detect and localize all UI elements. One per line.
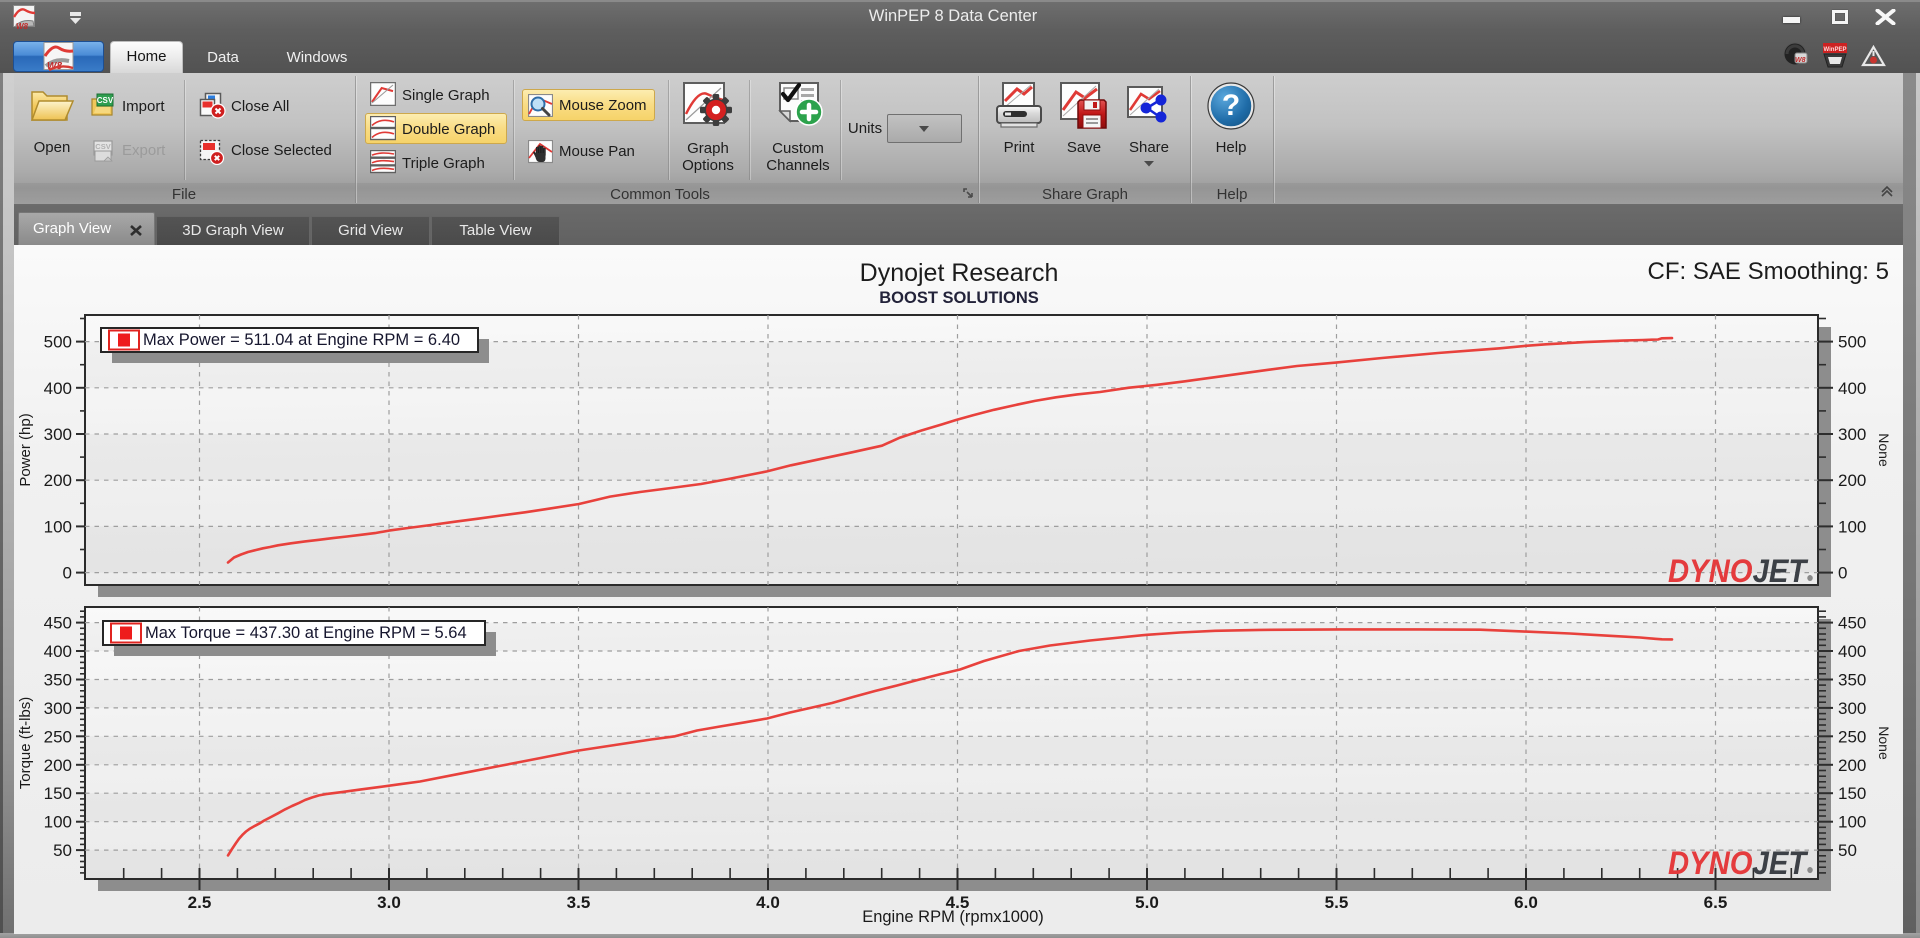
svg-text:None: None (1876, 433, 1892, 467)
svg-text:400: 400 (44, 642, 72, 661)
svg-text:0: 0 (63, 564, 72, 583)
svg-text:50: 50 (53, 841, 72, 860)
svg-text:100: 100 (1838, 517, 1866, 536)
svg-text:150: 150 (1838, 784, 1866, 803)
svg-text:100: 100 (44, 517, 72, 536)
svg-text:50: 50 (1838, 841, 1857, 860)
svg-text:5.0: 5.0 (1135, 893, 1159, 912)
svg-text:100: 100 (1838, 813, 1866, 832)
svg-text:DYNOJET●: DYNOJET● (1668, 553, 1814, 589)
svg-text:Max Torque = 437.30 at Engine: Max Torque = 437.30 at Engine RPM = 5.64 (145, 624, 467, 642)
svg-text:450: 450 (1838, 614, 1866, 633)
svg-text:300: 300 (1838, 699, 1866, 718)
svg-text:3.0: 3.0 (377, 893, 401, 912)
svg-text:300: 300 (1838, 425, 1866, 444)
svg-text:Power (hp): Power (hp) (17, 413, 34, 486)
svg-text:350: 350 (44, 671, 72, 690)
svg-text:100: 100 (44, 813, 72, 832)
svg-text:CF: SAE Smoothing: 5: CF: SAE Smoothing: 5 (1648, 258, 1889, 285)
svg-text:6.0: 6.0 (1514, 893, 1538, 912)
svg-text:6.5: 6.5 (1704, 893, 1728, 912)
svg-text:300: 300 (44, 699, 72, 718)
svg-text:DYNOJET●: DYNOJET● (1668, 845, 1814, 881)
svg-text:Engine RPM (rpmx1000): Engine RPM (rpmx1000) (862, 908, 1044, 926)
svg-text:5.5: 5.5 (1325, 893, 1349, 912)
svg-text:200: 200 (44, 471, 72, 490)
svg-text:350: 350 (1838, 671, 1866, 690)
svg-text:500: 500 (44, 333, 72, 352)
svg-text:250: 250 (44, 727, 72, 746)
svg-text:400: 400 (1838, 642, 1866, 661)
svg-text:300: 300 (44, 425, 72, 444)
svg-text:BOOST SOLUTIONS: BOOST SOLUTIONS (879, 289, 1039, 307)
svg-text:500: 500 (1838, 333, 1866, 352)
svg-text:250: 250 (1838, 727, 1866, 746)
svg-text:400: 400 (44, 379, 72, 398)
svg-text:400: 400 (1838, 379, 1866, 398)
svg-text:200: 200 (44, 756, 72, 775)
svg-text:4.0: 4.0 (756, 893, 780, 912)
svg-text:2.5: 2.5 (188, 893, 212, 912)
svg-text:200: 200 (1838, 756, 1866, 775)
svg-text:None: None (1876, 726, 1892, 760)
svg-text:3.5: 3.5 (567, 893, 591, 912)
svg-text:200: 200 (1838, 471, 1866, 490)
svg-text:0: 0 (1838, 564, 1847, 583)
svg-text:Torque (ft-lbs): Torque (ft-lbs) (17, 697, 34, 790)
svg-text:Max Power = 511.04 at Engine R: Max Power = 511.04 at Engine RPM = 6.40 (143, 331, 460, 349)
svg-text:Dynojet Research: Dynojet Research (860, 259, 1059, 287)
svg-text:450: 450 (44, 614, 72, 633)
svg-text:150: 150 (44, 784, 72, 803)
